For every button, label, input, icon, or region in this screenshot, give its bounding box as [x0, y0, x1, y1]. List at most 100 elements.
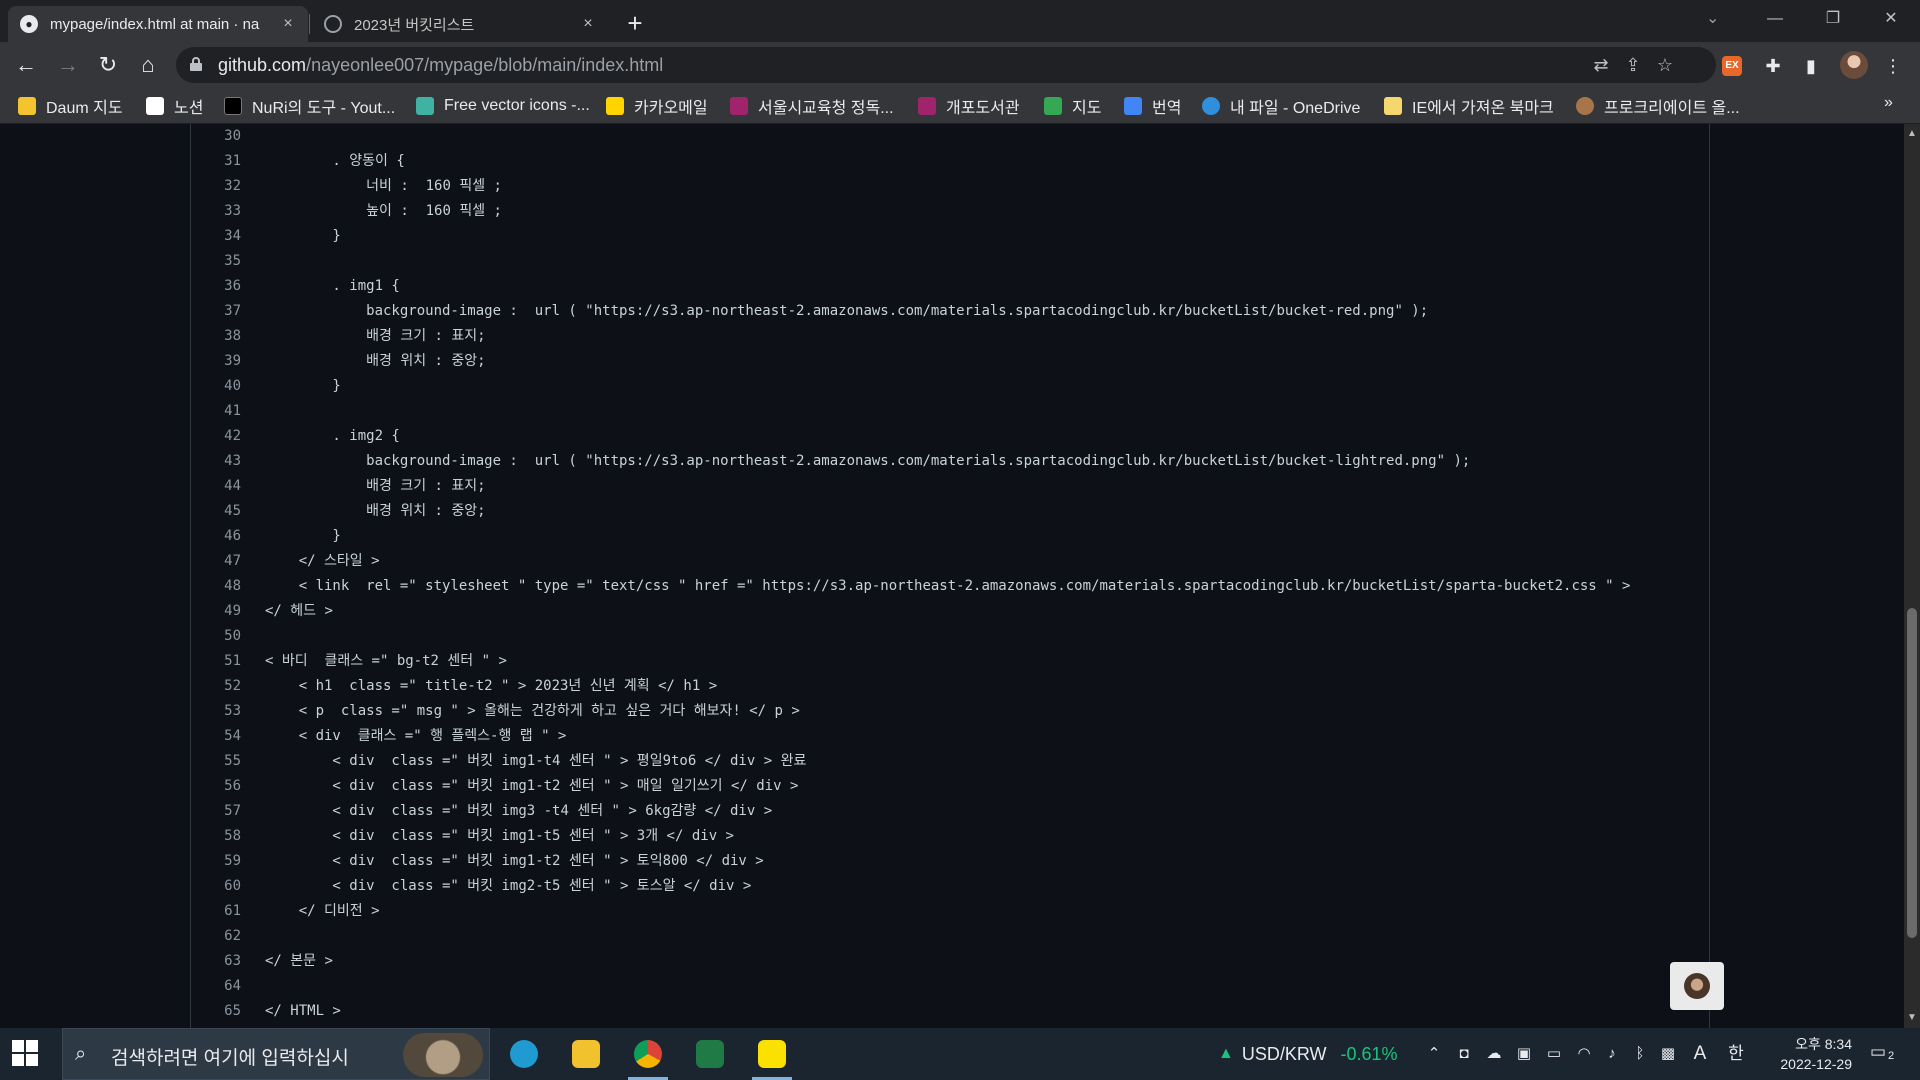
code-line: 56 < div class =" 버킷 img1-t2 센터 " > 매일 일… [224, 778, 799, 794]
address-bar[interactable]: github.com/nayeonlee007/mypage/blob/main… [176, 47, 1716, 83]
window-close-icon[interactable]: ✕ [1868, 4, 1914, 34]
browser-toolbar: ← → ↻ ⌂ github.com/nayeonlee007/mypage/b… [0, 42, 1920, 88]
extensions-puzzle-icon[interactable]: ✚ [1760, 53, 1786, 79]
bookmark-nuri-tools[interactable]: NuRi의 도구 - Yout... [224, 94, 395, 118]
bookmark-notion[interactable]: 노션 [146, 94, 203, 118]
trend-arrow-icon: ▲ [1218, 1045, 1234, 1062]
avatar [1684, 973, 1710, 999]
volume-icon[interactable]: ♪ [1602, 1044, 1622, 1064]
share-icon[interactable]: ⇪ [1622, 54, 1644, 76]
bluetooth-icon[interactable]: ᛒ [1630, 1044, 1650, 1064]
tray-overflow-icon[interactable]: ⌃ [1424, 1044, 1444, 1064]
taskbar-app-kakaotalk[interactable] [744, 1028, 800, 1080]
forward-icon[interactable]: → [52, 49, 84, 81]
tools-icon [224, 97, 242, 115]
close-icon[interactable]: × [580, 15, 596, 33]
scroll-down-icon[interactable]: ▼ [1904, 1010, 1920, 1026]
bookmarks-overflow-button[interactable]: » [1884, 94, 1893, 112]
taskbar-app-edge[interactable] [496, 1028, 552, 1080]
windows-start-icon[interactable] [12, 1040, 40, 1068]
search-icon: ⌕ [75, 1043, 87, 1065]
code-line: 43 background-image : url ( "https://s3.… [224, 453, 1471, 469]
profile-avatar[interactable] [1840, 51, 1868, 79]
bookmark-kakaomail[interactable]: 카카오메일 [606, 94, 708, 118]
page-scrollbar[interactable]: ▲ ▼ [1904, 124, 1920, 1028]
app-tray-icon[interactable]: ▩ [1658, 1044, 1678, 1064]
taskbar-app-chrome[interactable] [620, 1028, 676, 1080]
tab-github[interactable]: ● mypage/index.html at main · na × [8, 6, 308, 42]
wifi-icon[interactable]: ◠ [1574, 1044, 1594, 1064]
code-line: 40 } [224, 378, 341, 394]
scrollbar-thumb[interactable] [1907, 608, 1917, 938]
meet-now-icon[interactable]: ◘ [1454, 1044, 1474, 1064]
bookmark-procreate[interactable]: 프로크리에이트 올... [1576, 94, 1740, 118]
bookmark-flaticon[interactable]: Free vector icons -... [416, 94, 590, 118]
code-line: 32 너비 : 160 픽셀 ; [224, 178, 502, 194]
code-line: 31 . 양동이 { [224, 153, 405, 169]
taskbar-search-input[interactable]: ⌕ 검색하려면 여기에 입력하십시 [62, 1028, 490, 1080]
code-line: 60 < div class =" 버킷 img2-t5 센터 " > 토스알 … [224, 878, 752, 894]
translate-icon[interactable]: ⇄ [1590, 54, 1612, 76]
code-line: 65 </ HTML > [224, 1003, 341, 1019]
code-viewer: 30 31 . 양동이 { 32 너비 : 160 픽셀 ; 33 높이 : 1… [190, 124, 1710, 1028]
code-line: 52 < h1 class =" title-t2 " > 2023년 신년 계… [224, 678, 718, 694]
google-maps-icon [1044, 97, 1062, 115]
minimize-icon[interactable]: — [1752, 4, 1798, 34]
battery-icon[interactable]: ▭ [1544, 1044, 1564, 1064]
lock-icon[interactable] [190, 57, 202, 71]
back-icon[interactable]: ← [10, 49, 42, 81]
library-icon [730, 97, 748, 115]
restore-icon[interactable]: ❐ [1810, 4, 1856, 34]
chrome-icon [634, 1040, 662, 1068]
code-line: 33 높이 : 160 픽셀 ; [224, 203, 502, 219]
taskbar-clock[interactable]: 오후 8:34 2022-12-29 [1762, 1034, 1852, 1074]
bookmark-star-icon[interactable]: ☆ [1654, 54, 1676, 76]
folder-icon [572, 1040, 600, 1068]
bookmark-seoul-edu[interactable]: 서울시교육청 정독... [730, 94, 894, 118]
kakaotalk-icon [758, 1040, 786, 1068]
onedrive-warning-icon[interactable]: ☁ [1484, 1044, 1504, 1064]
reload-icon[interactable]: ↻ [92, 49, 124, 81]
notification-center-icon[interactable]: ▭ 2 [1870, 1042, 1900, 1066]
windows-taskbar: ⌕ 검색하려면 여기에 입력하십시 ▲ USD/KRW -0.61% ⌃ ◘ ☁… [0, 1028, 1920, 1080]
code-line: 51 < 바디 클래스 =" bg-t2 센터 " > [224, 653, 507, 669]
network-monitor-icon[interactable]: ▣ [1514, 1044, 1534, 1064]
code-line: 55 < div class =" 버킷 img1-t4 센터 " > 평일9t… [224, 753, 807, 769]
code-line: 58 < div class =" 버킷 img1-t5 센터 " > 3개 <… [224, 828, 734, 844]
tab-search-icon[interactable]: ⌄ [1706, 8, 1719, 28]
edge-icon [510, 1040, 538, 1068]
code-line: 57 < div class =" 버킷 img3 -t4 센터 " > 6kg… [224, 803, 773, 819]
floating-avatar-button[interactable] [1670, 962, 1724, 1010]
ime-language-indicator[interactable]: 한 [1726, 1044, 1746, 1064]
bookmarks-bar: Daum 지도 노션 NuRi의 도구 - Yout... Free vecto… [0, 88, 1920, 124]
search-highlight-image [403, 1033, 483, 1077]
bookmark-translate[interactable]: 번역 [1124, 94, 1181, 118]
bookmark-gaepo-library[interactable]: 개포도서관 [918, 94, 1020, 118]
new-tab-button[interactable]: + [620, 9, 650, 39]
extension-ex-icon[interactable]: EX [1722, 56, 1742, 76]
scroll-up-icon[interactable]: ▲ [1904, 126, 1920, 142]
close-icon[interactable]: × [280, 15, 296, 33]
tab-bucketlist[interactable]: 2023년 버킷리스트 × [312, 6, 608, 42]
tab-title: 2023년 버킷리스트 [354, 16, 475, 34]
bookmark-daum-map[interactable]: Daum 지도 [18, 94, 123, 118]
ime-mode-indicator[interactable]: A [1690, 1044, 1710, 1064]
taskbar-app-file-explorer[interactable] [558, 1028, 614, 1080]
more-menu-icon[interactable]: ⋮ [1880, 53, 1906, 79]
code-line: 37 background-image : url ( "https://s3.… [224, 303, 1429, 319]
code-line: 62 [224, 928, 241, 944]
tab-strip: ● mypage/index.html at main · na × 2023년… [0, 0, 1920, 42]
currency-widget[interactable]: ▲ USD/KRW -0.61% [1218, 1042, 1398, 1066]
home-icon[interactable]: ⌂ [132, 49, 164, 81]
bookmark-maps[interactable]: 지도 [1044, 94, 1101, 118]
excel-icon [696, 1040, 724, 1068]
code-line: 42 . img2 { [224, 428, 400, 444]
bookmark-onedrive[interactable]: 내 파일 - OneDrive [1202, 94, 1360, 118]
code-line: 41 [224, 403, 241, 419]
bookmark-ie-folder[interactable]: IE에서 가져온 북마크 [1384, 94, 1554, 118]
tab-title: mypage/index.html at main · na [50, 15, 260, 33]
code-line: 50 [224, 628, 241, 644]
side-panel-icon[interactable]: ▮ [1798, 53, 1824, 79]
procreate-icon [1576, 97, 1594, 115]
taskbar-app-excel[interactable] [682, 1028, 738, 1080]
